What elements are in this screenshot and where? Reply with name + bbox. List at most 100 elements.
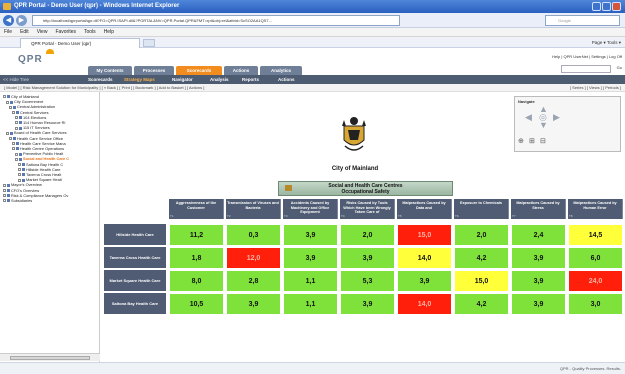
expand-toggle-icon[interactable] — [3, 95, 6, 99]
subnav-analysis[interactable]: Analysis — [210, 75, 229, 84]
risk-cell[interactable]: 12,0 — [226, 247, 281, 269]
new-tab-button[interactable] — [143, 39, 155, 47]
expand-toggle-icon[interactable] — [18, 173, 21, 177]
subnav-actions[interactable]: Actions — [278, 75, 295, 84]
column-code: T6 — [455, 213, 459, 218]
expand-toggle-icon[interactable] — [15, 126, 18, 130]
risk-cell[interactable]: 0,3 — [226, 224, 281, 246]
forward-arrow-icon[interactable]: ▶ — [16, 15, 27, 26]
maximize-button[interactable] — [602, 2, 611, 11]
risk-cell[interactable]: 24,0 — [568, 270, 623, 292]
tree-scrollbar[interactable] — [0, 353, 100, 361]
risk-cell[interactable]: 8,0 — [169, 270, 224, 292]
node-icon — [16, 142, 19, 146]
expand-toggle-icon[interactable] — [6, 131, 9, 135]
expand-toggle-icon[interactable] — [9, 137, 12, 141]
risk-cell[interactable]: 2,4 — [511, 224, 566, 246]
risk-cell[interactable]: 4,2 — [454, 247, 509, 269]
hide-tree-link[interactable]: << Hide Tree — [3, 75, 29, 84]
risk-cell[interactable]: 3,9 — [226, 293, 281, 315]
back-arrow-icon[interactable]: ◀ — [3, 15, 14, 26]
risk-cell[interactable]: 2,0 — [340, 224, 395, 246]
risk-cell[interactable]: 3,9 — [340, 247, 395, 269]
risk-cell[interactable]: 5,3 — [340, 270, 395, 292]
expand-toggle-icon[interactable] — [3, 183, 6, 187]
risk-cell[interactable]: 4,2 — [454, 293, 509, 315]
tab-actions[interactable]: Actions — [224, 66, 258, 75]
zoom-in-icon[interactable]: ⊕ — [518, 137, 524, 146]
expand-toggle-icon[interactable] — [12, 142, 15, 146]
expand-toggle-icon[interactable] — [18, 168, 21, 172]
risk-cell[interactable]: 2,8 — [226, 270, 281, 292]
expand-toggle-icon[interactable] — [12, 147, 15, 151]
risk-cell[interactable]: 3,9 — [511, 293, 566, 315]
zoom-out-icon[interactable]: ⊟ — [540, 137, 546, 146]
expand-toggle-icon[interactable] — [15, 157, 18, 161]
zoom-fit-icon[interactable]: ⊞ — [529, 137, 535, 146]
expand-toggle-icon[interactable] — [12, 111, 15, 115]
browser-command-bar[interactable]: Page ▾ Tools ▾ — [592, 38, 621, 47]
menu-item-favorites[interactable]: Favorites — [55, 29, 76, 35]
url-input[interactable]: http://localhost/qprportal/qpr.dll?FO=QP… — [32, 15, 400, 26]
city-crest-icon — [342, 117, 366, 151]
view-links[interactable]: [ Series ] [ Views ] [ Periods ] — [570, 84, 621, 92]
risk-cell[interactable]: 1,1 — [283, 293, 338, 315]
scroll-thumb[interactable] — [10, 356, 90, 360]
app-search-input[interactable] — [561, 65, 611, 73]
go-button[interactable]: Go — [617, 65, 622, 70]
menu-item-help[interactable]: Help — [104, 29, 114, 35]
risk-cell[interactable]: 3,9 — [283, 247, 338, 269]
subnav-strategy-maps[interactable]: Strategy Maps — [124, 75, 155, 84]
subnav-reports[interactable]: Reports — [242, 75, 259, 84]
subnav-navigator[interactable]: Navigator — [172, 75, 193, 84]
risk-cell[interactable]: 14,5 — [568, 224, 623, 246]
risk-cell[interactable]: 3,9 — [340, 293, 395, 315]
expand-toggle-icon[interactable] — [3, 199, 6, 203]
menu-item-edit[interactable]: Edit — [20, 29, 29, 35]
menu-item-tools[interactable]: Tools — [84, 29, 96, 35]
action-links[interactable]: [ Model ] [ Risk Management Solution for… — [4, 84, 204, 92]
expand-toggle-icon[interactable] — [18, 178, 21, 182]
browser-search-input[interactable]: Google — [545, 15, 620, 26]
pan-down-icon[interactable]: ▼ — [539, 121, 548, 130]
expand-toggle-icon[interactable] — [9, 105, 12, 109]
risk-cell[interactable]: 3,9 — [283, 224, 338, 246]
tree-item[interactable]: Subsidiaries — [3, 198, 99, 203]
risk-cell[interactable]: 3,0 — [568, 293, 623, 315]
expand-toggle-icon[interactable] — [3, 189, 6, 193]
tab-processes[interactable]: Processes — [134, 66, 174, 75]
risk-cell[interactable]: 14,0 — [397, 247, 452, 269]
risk-cell[interactable]: 1,8 — [169, 247, 224, 269]
risk-cell[interactable]: 2,0 — [454, 224, 509, 246]
tab-my-contents[interactable]: My Contents — [88, 66, 132, 75]
risk-cell[interactable]: 3,9 — [511, 270, 566, 292]
top-links[interactable]: Help | QPR UserNet | Settings | Log Off — [552, 54, 622, 59]
tab-scorecards[interactable]: Scorecards — [176, 66, 222, 75]
risk-cell[interactable]: 3,9 — [511, 247, 566, 269]
close-window-button[interactable] — [612, 2, 621, 11]
expand-toggle-icon[interactable] — [3, 194, 6, 198]
expand-toggle-icon[interactable] — [18, 163, 21, 167]
expand-toggle-icon[interactable] — [15, 121, 18, 125]
risk-cell[interactable]: 6,0 — [568, 247, 623, 269]
expand-toggle-icon[interactable] — [15, 152, 18, 156]
pan-left-icon[interactable]: ◀ — [525, 113, 532, 122]
menu-item-file[interactable]: File — [4, 29, 12, 35]
expand-toggle-icon[interactable] — [6, 100, 9, 104]
tab-analytics[interactable]: Analytics — [260, 66, 302, 75]
subnav-scorecards[interactable]: Scorecards — [88, 75, 113, 84]
risk-cell[interactable]: 11,2 — [169, 224, 224, 246]
risk-cell[interactable]: 15,0 — [397, 224, 452, 246]
column-header: Aggressiveness of the Customer T1 — [169, 199, 224, 219]
risk-matrix: Aggressiveness of the Customer T1 Transmis… — [104, 199, 623, 347]
menu-item-view[interactable]: View — [37, 29, 48, 35]
risk-cell[interactable]: 15,0 — [454, 270, 509, 292]
risk-cell[interactable]: 10,5 — [169, 293, 224, 315]
expand-toggle-icon[interactable] — [15, 116, 18, 120]
pan-right-icon[interactable]: ▶ — [553, 113, 560, 122]
risk-cell[interactable]: 3,9 — [397, 270, 452, 292]
risk-cell[interactable]: 14,0 — [397, 293, 452, 315]
minimize-button[interactable] — [592, 2, 601, 11]
risk-cell[interactable]: 1,1 — [283, 270, 338, 292]
browser-tab[interactable]: QPR Portal - Demo User (qpr) — [20, 38, 140, 48]
